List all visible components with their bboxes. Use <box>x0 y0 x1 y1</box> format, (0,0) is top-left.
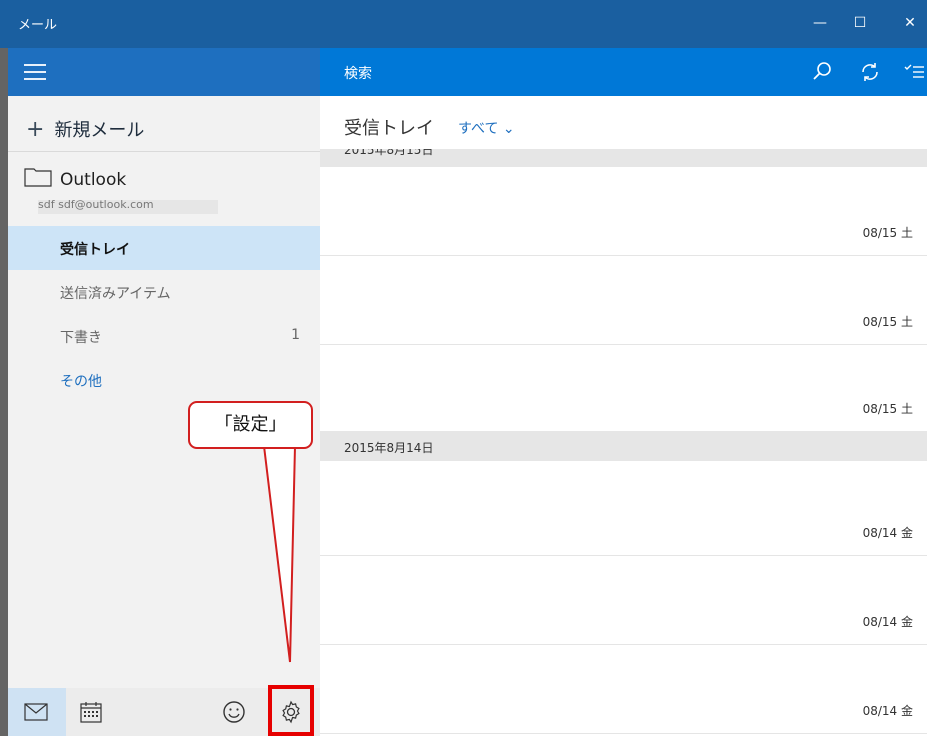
sync-icon[interactable] <box>858 60 882 84</box>
folder-label: 受信トレイ <box>60 242 130 258</box>
sidebar-item-drafts[interactable]: 下書き 1 <box>8 314 320 358</box>
title-bar: メール — ☐ ✕ <box>0 0 927 48</box>
minimize-button[interactable]: — <box>806 10 834 36</box>
sidebar-item-sent[interactable]: 送信済みアイテム <box>8 270 320 314</box>
folder-label: 下書き <box>60 330 102 346</box>
message-item[interactable]: 08/14 金 <box>320 467 927 556</box>
search-box[interactable]: 検索 <box>344 63 372 83</box>
message-item[interactable]: 08/15 土 <box>320 345 927 431</box>
sidebar-header <box>8 48 320 96</box>
message-list-pane: 受信トレイ すべて ⌄ 2015年8月15日 08/15 土 08/15 土 0… <box>320 96 927 736</box>
date-group-label: 2015年8月15日 <box>344 149 434 157</box>
filter-dropdown[interactable]: すべて ⌄ <box>458 118 515 138</box>
settings-highlight-box <box>268 685 314 736</box>
new-mail-label: 新規メール <box>54 120 145 141</box>
message-date: 08/14 金 <box>862 526 913 540</box>
folder-count: 1 <box>291 327 300 343</box>
message-item[interactable]: 08/15 土 <box>320 167 927 256</box>
new-mail-button[interactable]: + 新規メール <box>26 116 144 142</box>
date-group-header: 2015年8月14日 <box>320 431 927 461</box>
select-icon[interactable] <box>902 60 926 84</box>
plus-icon: + <box>26 117 45 142</box>
message-date: 08/14 金 <box>862 704 913 718</box>
message-item[interactable]: 08/14 金 <box>320 556 927 645</box>
calendar-icon[interactable] <box>80 701 102 723</box>
main-header: 検索 <box>320 48 927 96</box>
mail-tab[interactable] <box>8 688 66 736</box>
sidebar-divider <box>8 151 320 152</box>
search-icon[interactable] <box>810 60 834 84</box>
feedback-smiley-icon[interactable] <box>222 700 246 724</box>
hamburger-menu-icon[interactable] <box>24 64 46 80</box>
maximize-button[interactable]: ☐ <box>846 10 874 36</box>
message-date: 08/15 土 <box>862 315 913 329</box>
folder-icon <box>24 168 52 187</box>
date-group-header: 2015年8月15日 <box>320 149 927 167</box>
date-group-label: 2015年8月14日 <box>344 441 434 455</box>
message-date: 08/15 土 <box>862 402 913 416</box>
folder-label: その他 <box>60 374 102 390</box>
window-title: メール <box>18 18 58 33</box>
folder-label: 送信済みアイテム <box>60 286 171 302</box>
window-left-edge <box>0 0 8 736</box>
sidebar-item-inbox[interactable]: 受信トレイ <box>8 226 320 270</box>
mail-icon <box>24 703 48 721</box>
message-date: 08/15 土 <box>862 226 913 240</box>
message-item[interactable]: 08/15 土 <box>320 256 927 345</box>
settings-callout: 「設定」 <box>188 401 313 449</box>
account-name[interactable]: Outlook <box>60 170 126 190</box>
close-button[interactable]: ✕ <box>896 10 924 36</box>
sidebar-item-more[interactable]: その他 <box>8 358 320 402</box>
folder-title: 受信トレイ <box>344 118 434 139</box>
account-email: sdf sdf@outlook.com <box>38 200 218 214</box>
message-date: 08/14 金 <box>862 615 913 629</box>
message-item[interactable]: 08/14 金 <box>320 645 927 734</box>
